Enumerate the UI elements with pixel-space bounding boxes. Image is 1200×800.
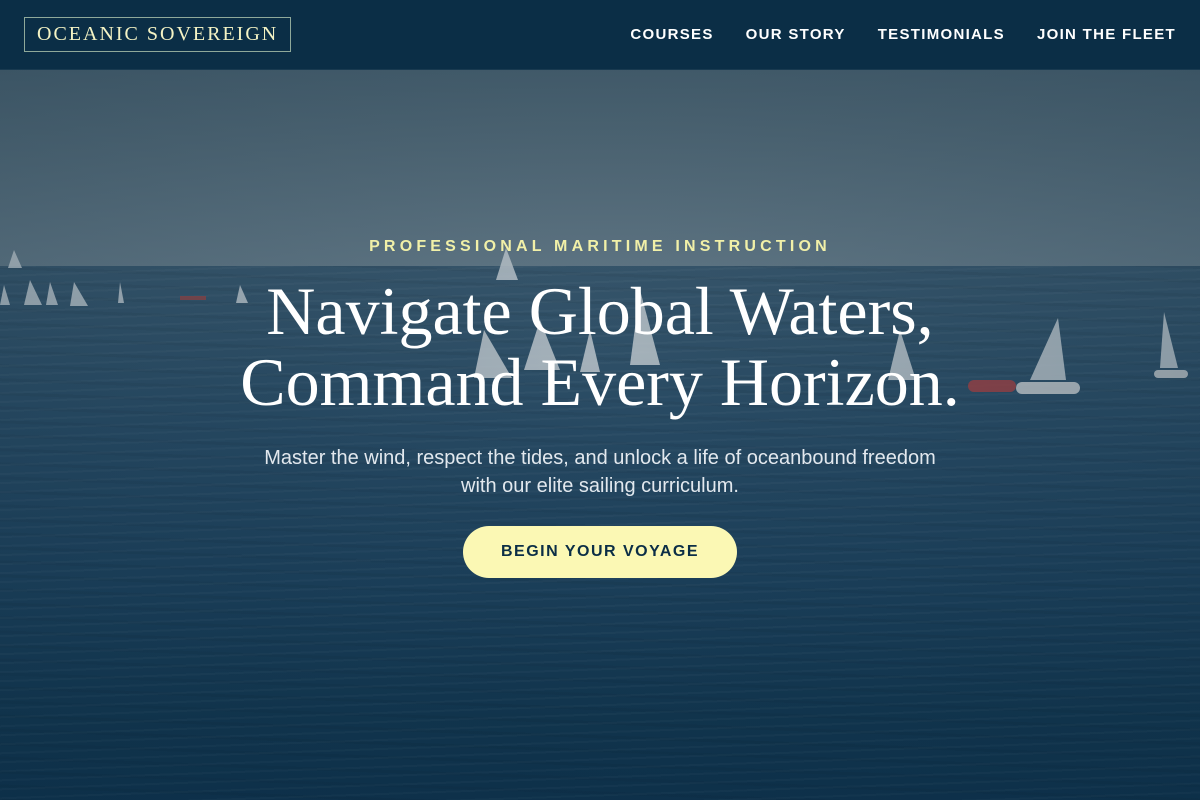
nav-link-join-the-fleet[interactable]: JOIN THE FLEET <box>1037 26 1176 43</box>
begin-voyage-button[interactable]: BEGIN YOUR VOYAGE <box>463 526 737 578</box>
hero-subtitle: Master the wind, respect the tides, and … <box>264 447 936 497</box>
hero-headline-line-1: Navigate Global Waters, <box>266 273 934 349</box>
hero-headline: Navigate Global Waters, Command Every Ho… <box>0 276 1200 418</box>
hero-eyebrow: PROFESSIONAL MARITIME INSTRUCTION <box>369 238 831 255</box>
brand-logo[interactable]: OCEANIC SOVEREIGN <box>24 17 292 52</box>
hero-content: PROFESSIONAL MARITIME INSTRUCTION Naviga… <box>0 0 1200 800</box>
hero-headline-line-2: Command Every Horizon. <box>240 344 960 420</box>
nav-link-testimonials[interactable]: TESTIMONIALS <box>878 26 1005 43</box>
site-header: OCEANIC SOVEREIGN COURSES OUR STORY TEST… <box>0 0 1200 70</box>
nav-link-our-story[interactable]: OUR STORY <box>746 26 846 43</box>
main-nav: COURSES OUR STORY TESTIMONIALS JOIN THE … <box>630 26 1176 43</box>
nav-link-courses[interactable]: COURSES <box>630 26 713 43</box>
